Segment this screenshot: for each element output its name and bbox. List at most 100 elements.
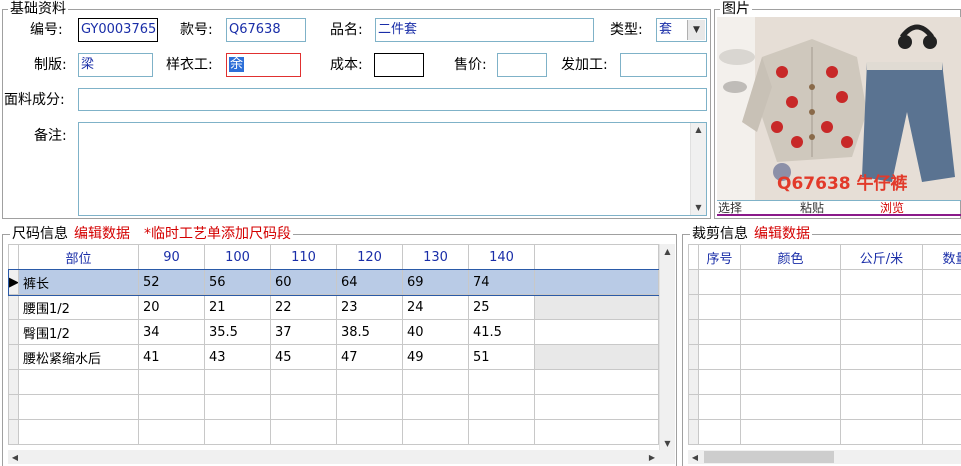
remark-scrollbar[interactable]: ▲ ▼ [690,123,706,215]
table-row[interactable]: 腰围1/2 20 21 22 23 24 25 [9,295,659,320]
cost-field[interactable] [374,53,424,77]
table-cell[interactable]: 裤长 [19,270,139,295]
scroll-down-icon[interactable]: ▼ [660,436,675,450]
table-cell[interactable] [741,370,841,395]
table-cell[interactable] [923,395,961,420]
plate-field[interactable]: 梁 [78,53,153,77]
table-cell[interactable] [271,370,337,395]
table-cell[interactable] [139,420,205,445]
table-cell[interactable] [337,395,403,420]
col-header-quantity[interactable]: 数量 [923,245,961,270]
size-grid-scrollbar[interactable]: ▲ ▼ [659,244,675,450]
scroll-left-icon[interactable]: ◀ [688,450,702,464]
table-cell[interactable] [19,395,139,420]
table-cell[interactable]: 60 [271,270,337,295]
table-cell[interactable] [741,270,841,295]
table-cell[interactable] [841,320,923,345]
table-row[interactable] [689,270,961,295]
table-cell[interactable] [923,270,961,295]
scroll-left-icon[interactable]: ◀ [8,450,22,464]
table-cell[interactable] [923,370,961,395]
col-header-90[interactable]: 90 [139,245,205,270]
table-cell[interactable] [841,345,923,370]
col-header-130[interactable]: 130 [403,245,469,270]
table-cell[interactable] [139,370,205,395]
code-field[interactable]: GY0003765 [78,18,158,42]
table-cell[interactable]: 52 [139,270,205,295]
name-field[interactable]: 二件套 [375,18,594,42]
table-cell[interactable] [741,420,841,445]
table-cell[interactable] [205,370,271,395]
table-cell[interactable]: 23 [337,295,403,320]
table-cell[interactable]: 22 [271,295,337,320]
scroll-up-icon[interactable]: ▲ [660,244,675,258]
table-cell[interactable]: 21 [205,295,271,320]
col-header-110[interactable]: 110 [271,245,337,270]
table-cell[interactable] [337,420,403,445]
table-row[interactable]: 腰松紧缩水后 41 43 45 47 49 51 [9,345,659,370]
table-cell[interactable] [19,370,139,395]
col-header-index[interactable]: 序号 [699,245,741,270]
col-header-color[interactable]: 颜色 [741,245,841,270]
table-row[interactable] [689,395,961,420]
scroll-thumb[interactable] [704,451,834,463]
table-cell[interactable]: 25 [469,295,535,320]
photo-select-button[interactable]: 选择 [718,200,742,216]
table-cell[interactable] [699,270,741,295]
table-row[interactable] [9,420,659,445]
table-cell[interactable] [841,420,923,445]
table-cell[interactable] [699,370,741,395]
table-cell[interactable]: 47 [337,345,403,370]
table-cell[interactable] [923,320,961,345]
table-cell[interactable] [923,420,961,445]
table-cell[interactable] [741,395,841,420]
table-cell[interactable]: 49 [403,345,469,370]
table-row[interactable]: ▶ 裤长 52 56 60 64 69 74 [9,270,659,295]
table-cell[interactable] [469,395,535,420]
table-cell[interactable]: 45 [271,345,337,370]
table-cell[interactable] [403,395,469,420]
product-photo[interactable]: Q67638 牛仔裤 [717,17,961,200]
table-cell[interactable]: 64 [337,270,403,295]
scroll-down-icon[interactable]: ▼ [691,201,706,215]
table-cell[interactable]: 臀围1/2 [19,320,139,345]
table-cell[interactable]: 40 [403,320,469,345]
cut-edit-link[interactable]: 编辑数据 [754,226,810,242]
table-cell[interactable] [923,345,961,370]
table-row[interactable] [9,395,659,420]
scroll-up-icon[interactable]: ▲ [691,123,706,137]
outsource-field[interactable] [620,53,707,77]
table-cell[interactable] [699,420,741,445]
table-cell[interactable] [841,395,923,420]
size-grid-hscrollbar[interactable]: ◀ ▶ [8,450,675,464]
table-row[interactable] [689,320,961,345]
size-edit-link[interactable]: 编辑数据 [74,226,130,242]
table-cell[interactable]: 35.5 [205,320,271,345]
table-row[interactable] [689,370,961,395]
table-cell[interactable] [469,370,535,395]
table-cell[interactable]: 51 [469,345,535,370]
table-row[interactable] [689,420,961,445]
table-cell[interactable] [205,420,271,445]
table-cell[interactable]: 38.5 [337,320,403,345]
table-cell[interactable]: 腰围1/2 [19,295,139,320]
table-cell[interactable] [699,345,741,370]
table-cell[interactable]: 37 [271,320,337,345]
table-cell[interactable]: 34 [139,320,205,345]
table-cell[interactable] [699,395,741,420]
table-cell[interactable] [841,370,923,395]
table-cell[interactable] [841,295,923,320]
table-row[interactable] [9,370,659,395]
col-header-weight[interactable]: 公斤/米 [841,245,923,270]
table-cell[interactable] [271,420,337,445]
table-cell[interactable] [741,295,841,320]
table-cell[interactable] [923,295,961,320]
table-cell[interactable] [469,420,535,445]
chevron-down-icon[interactable]: ▼ [687,20,705,40]
table-cell[interactable]: 20 [139,295,205,320]
table-cell[interactable]: 腰松紧缩水后 [19,345,139,370]
table-cell[interactable]: 24 [403,295,469,320]
table-cell[interactable]: 41.5 [469,320,535,345]
table-cell[interactable]: 74 [469,270,535,295]
table-cell[interactable] [19,420,139,445]
